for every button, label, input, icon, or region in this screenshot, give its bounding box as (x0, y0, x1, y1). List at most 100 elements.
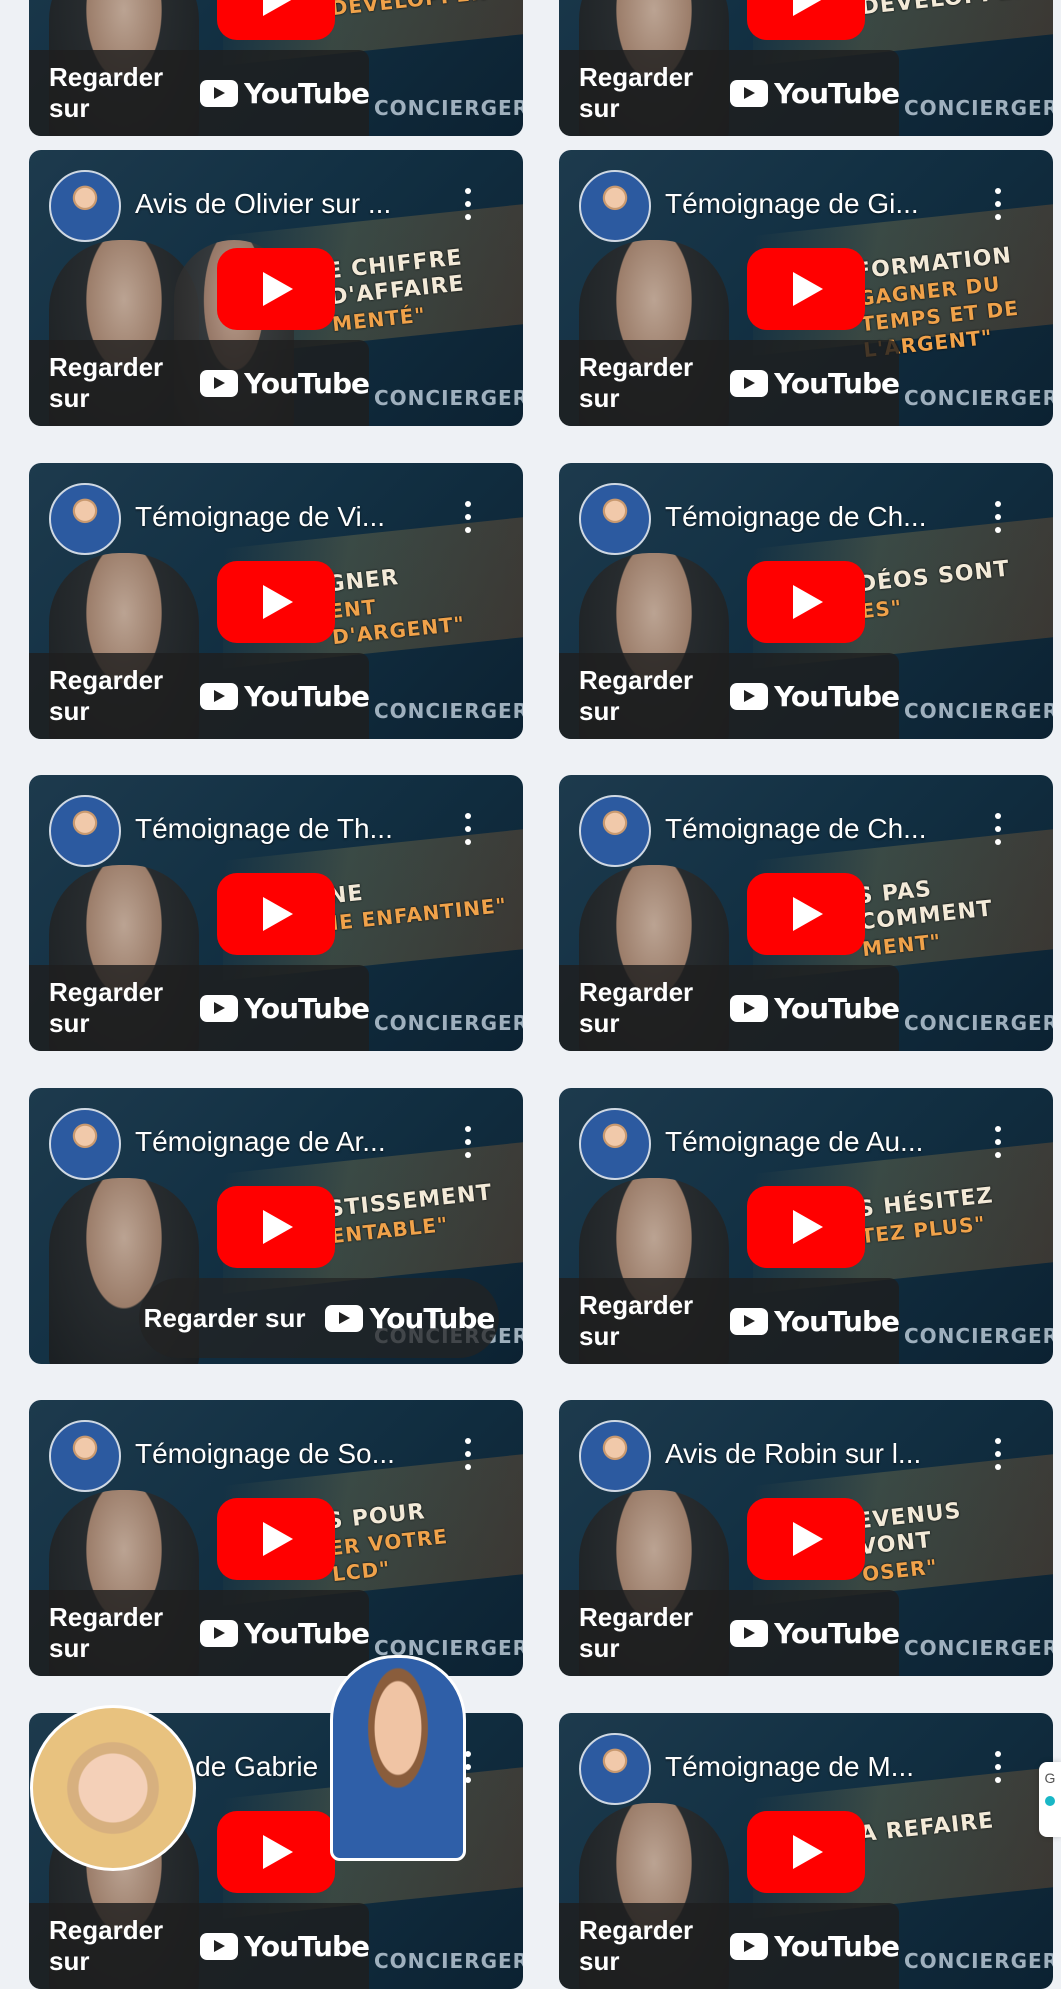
youtube-wordmark: YouTube (774, 1929, 900, 1963)
video-embed[interactable]: LE DÉVELOPPERCONCIERGERIERegarder surYou… (29, 0, 523, 136)
brand-watermark: CONCIERGERIE (904, 1949, 1053, 1973)
channel-avatar[interactable] (49, 483, 121, 555)
play-button[interactable] (747, 0, 865, 40)
play-button[interactable] (217, 0, 335, 40)
play-button[interactable] (747, 1811, 865, 1893)
watch-on-label: Regarder sur (579, 665, 694, 726)
channel-avatar[interactable] (579, 170, 651, 242)
video-embed[interactable]: S HÉSITEZ TEZ PLUS" Témoignage de Au... CON… (559, 1088, 1053, 1364)
video-title[interactable]: Avis de Robin sur l... (665, 1438, 965, 1470)
more-options-icon[interactable] (993, 188, 1003, 220)
youtube-logo: YouTube (730, 1617, 900, 1650)
more-options-icon[interactable] (993, 501, 1003, 533)
video-embed[interactable]: S POUR ER VOTRE LCD" Témoignage de So... CO… (29, 1400, 523, 1676)
video-embed[interactable]: EVENUS VONT OSER" Avis de Robin sur l... CO… (559, 1400, 1053, 1676)
channel-avatar[interactable] (579, 795, 651, 867)
play-button[interactable] (217, 1811, 335, 1893)
watch-on-label: Regarder sur (49, 352, 164, 413)
video-embed[interactable]: STISSEMENTENTABLE"Témoignage de Ar...CON… (29, 1088, 523, 1364)
youtube-logo: YouTube (730, 679, 900, 713)
more-options-icon[interactable] (463, 1438, 473, 1470)
channel-avatar[interactable] (579, 1420, 651, 1492)
play-button[interactable] (747, 1498, 865, 1580)
watch-on-youtube-button[interactable]: Regarder sur YouTube (559, 1590, 900, 1676)
video-embed[interactable]: NE IE ENFANTINE" Témoignage de Th... CONCIE… (29, 775, 523, 1051)
more-options-icon[interactable] (993, 1751, 1003, 1783)
video-title[interactable]: Avis de Olivier sur ... (135, 188, 435, 220)
more-options-icon[interactable] (463, 501, 473, 533)
play-button[interactable] (217, 1186, 335, 1268)
youtube-logo: YouTube (730, 76, 900, 110)
watch-on-youtube-button[interactable]: Regarder sur YouTube (559, 50, 900, 136)
video-embed[interactable]: GNER ENT D'ARGENT" Témoignage de Vi... CONC… (29, 463, 523, 739)
watch-on-youtube-button[interactable]: Regarder sur YouTube (29, 340, 370, 426)
watch-on-youtube-button[interactable]: Regarder sur YouTube (139, 1278, 499, 1358)
video-title[interactable]: Témoignage de Au... (665, 1126, 965, 1158)
channel-avatar[interactable] (49, 1420, 121, 1492)
more-options-icon[interactable] (463, 1126, 473, 1158)
youtube-wordmark: YouTube (244, 679, 370, 713)
watch-on-youtube-button[interactable]: Regarder sur YouTube (29, 1903, 370, 1989)
status-dot-icon (1045, 1796, 1055, 1806)
video-title[interactable]: Témoignage de Ch... (665, 501, 965, 533)
video-title[interactable]: Témoignage de M... (665, 1751, 965, 1783)
play-button[interactable] (217, 1498, 335, 1580)
more-options-icon[interactable] (463, 813, 473, 845)
watch-on-label: Regarder sur (49, 977, 164, 1038)
watch-on-youtube-button[interactable]: Regarder sur YouTube (29, 653, 370, 739)
video-title[interactable]: Témoignage de Gi... (665, 188, 965, 220)
play-button[interactable] (747, 561, 865, 643)
chat-avatar-man[interactable] (330, 1655, 466, 1861)
video-title[interactable]: Témoignage de Th... (135, 813, 435, 845)
chat-avatar-woman[interactable] (30, 1705, 196, 1871)
watch-on-youtube-button[interactable]: Regarder sur YouTube (559, 965, 900, 1051)
brand-watermark: CONCIERGERIE (904, 1011, 1053, 1035)
video-embed[interactable]: S PAS COMMENT MENT" Témoignage de Ch... CON… (559, 775, 1053, 1051)
watch-on-youtube-button[interactable]: Regarder sur YouTube (559, 1278, 900, 1364)
channel-avatar[interactable] (579, 1733, 651, 1805)
watch-on-label: Regarder sur (49, 665, 164, 726)
youtube-play-icon (730, 79, 769, 107)
youtube-play-icon (200, 1619, 239, 1647)
play-button[interactable] (747, 248, 865, 330)
watch-on-youtube-button[interactable]: Regarder sur YouTube (559, 653, 900, 739)
video-title[interactable]: Témoignage de Ch... (665, 813, 965, 845)
watch-on-label: Regarder sur (579, 977, 694, 1038)
video-title[interactable]: Témoignage de So... (135, 1438, 435, 1470)
channel-avatar[interactable] (49, 795, 121, 867)
channel-avatar[interactable] (579, 1108, 651, 1180)
more-options-icon[interactable] (993, 813, 1003, 845)
brand-watermark: CONCIERGERIE (904, 1324, 1053, 1348)
video-embed[interactable]: DÉOS SONT ES" Témoignage de Ch... CONCIERGE… (559, 463, 1053, 739)
youtube-play-icon (325, 1304, 364, 1332)
watch-on-youtube-button[interactable]: Regarder sur YouTube (559, 1903, 900, 1989)
youtube-logo: YouTube (730, 992, 900, 1025)
video-embed[interactable]: E CHIFFRE D'AFFAIRE MENTÉ" Avis de Olivier… (29, 150, 523, 426)
youtube-wordmark: YouTube (774, 679, 900, 713)
play-button[interactable] (747, 873, 865, 955)
more-options-icon[interactable] (993, 1126, 1003, 1158)
side-widget[interactable]: G (1039, 1762, 1061, 1837)
video-embed[interactable]: LE DÉVELOPPERCONCIERGERIERegarder surYou… (559, 0, 1053, 136)
watch-on-youtube-button[interactable]: Regarder sur YouTube (29, 965, 370, 1051)
video-title[interactable]: Témoignage de Vi... (135, 501, 435, 533)
channel-avatar[interactable] (49, 170, 121, 242)
video-title[interactable]: Témoignage de Ar... (135, 1126, 435, 1158)
channel-avatar[interactable] (49, 1108, 121, 1180)
video-embed[interactable]: A REFAIRETémoignage de M...CONCIERGERIER… (559, 1713, 1053, 1989)
play-button[interactable] (747, 1186, 865, 1268)
brand-watermark: CONCIERGERIE (904, 386, 1053, 410)
watch-on-youtube-button[interactable]: Regarder sur YouTube (29, 50, 370, 136)
play-button[interactable] (217, 561, 335, 643)
play-button[interactable] (217, 873, 335, 955)
youtube-wordmark: YouTube (774, 76, 900, 110)
watch-on-label: Regarder sur (579, 352, 694, 413)
channel-avatar[interactable] (579, 483, 651, 555)
play-button[interactable] (217, 248, 335, 330)
more-options-icon[interactable] (993, 1438, 1003, 1470)
youtube-play-icon (730, 369, 769, 397)
more-options-icon[interactable] (463, 188, 473, 220)
watch-on-youtube-button[interactable]: Regarder sur YouTube (559, 340, 900, 426)
watch-on-youtube-button[interactable]: Regarder sur YouTube (29, 1590, 370, 1676)
video-embed[interactable]: FORMATION GAGNER DU TEMPS ET DE L'ARGENT"… (559, 150, 1053, 426)
